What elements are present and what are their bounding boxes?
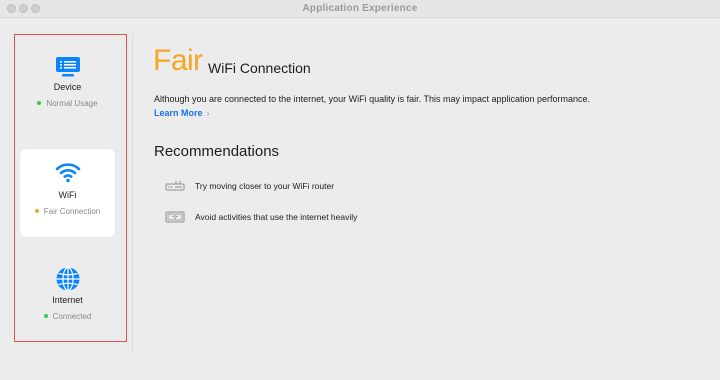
wifi-icon bbox=[55, 163, 80, 183]
recommendation-item: Avoid activities that use the internet h… bbox=[165, 210, 357, 224]
recommendation-text: Avoid activities that use the internet h… bbox=[195, 212, 358, 222]
sidebar: Device Normal Usage WiFi Fair Connection bbox=[14, 34, 127, 342]
globe-icon bbox=[56, 266, 79, 292]
status-dot-green bbox=[37, 101, 42, 105]
monitor-icon bbox=[55, 57, 80, 77]
recommendation-text: Try moving closer to your WiFi router bbox=[195, 181, 335, 191]
learn-more-link[interactable]: Learn More › bbox=[154, 108, 210, 118]
sidebar-item-status: Normal Usage bbox=[37, 98, 98, 108]
title-bar: Application Experience bbox=[0, 0, 720, 18]
sidebar-item-status: Fair Connection bbox=[34, 206, 101, 216]
sidebar-item-label: WiFi bbox=[58, 190, 77, 200]
router-icon bbox=[165, 181, 185, 191]
sidebar-item-label: Device bbox=[53, 82, 82, 92]
status-dot-green bbox=[43, 314, 48, 318]
window-title: Application Experience bbox=[302, 3, 418, 14]
learn-more-label: Learn More bbox=[154, 108, 203, 118]
sidebar-item-status: Connected bbox=[43, 311, 92, 321]
sidebar-item-device[interactable]: Device Normal Usage bbox=[20, 48, 115, 136]
status-dot-orange bbox=[34, 209, 39, 213]
connection-rating: Fair bbox=[153, 44, 203, 77]
connection-subject: WiFi Connection bbox=[208, 60, 311, 76]
recommendations-heading: Recommendations bbox=[154, 143, 280, 160]
sidebar-item-status-text: Connected bbox=[52, 311, 92, 321]
sidebar-item-internet[interactable]: Internet Connected bbox=[20, 260, 115, 348]
sidebar-item-wifi[interactable]: WiFi Fair Connection bbox=[20, 149, 115, 237]
laptop-wifi-icon bbox=[165, 211, 185, 223]
chevron-right-icon: › bbox=[206, 108, 210, 118]
sidebar-item-label: Internet bbox=[52, 295, 83, 305]
status-description: Although you are connected to the intern… bbox=[154, 94, 591, 104]
sidebar-item-status-text: Normal Usage bbox=[46, 98, 98, 108]
sidebar-divider bbox=[132, 34, 133, 354]
sidebar-item-status-text: Fair Connection bbox=[43, 206, 101, 216]
recommendation-item: Try moving closer to your WiFi router bbox=[165, 179, 334, 193]
